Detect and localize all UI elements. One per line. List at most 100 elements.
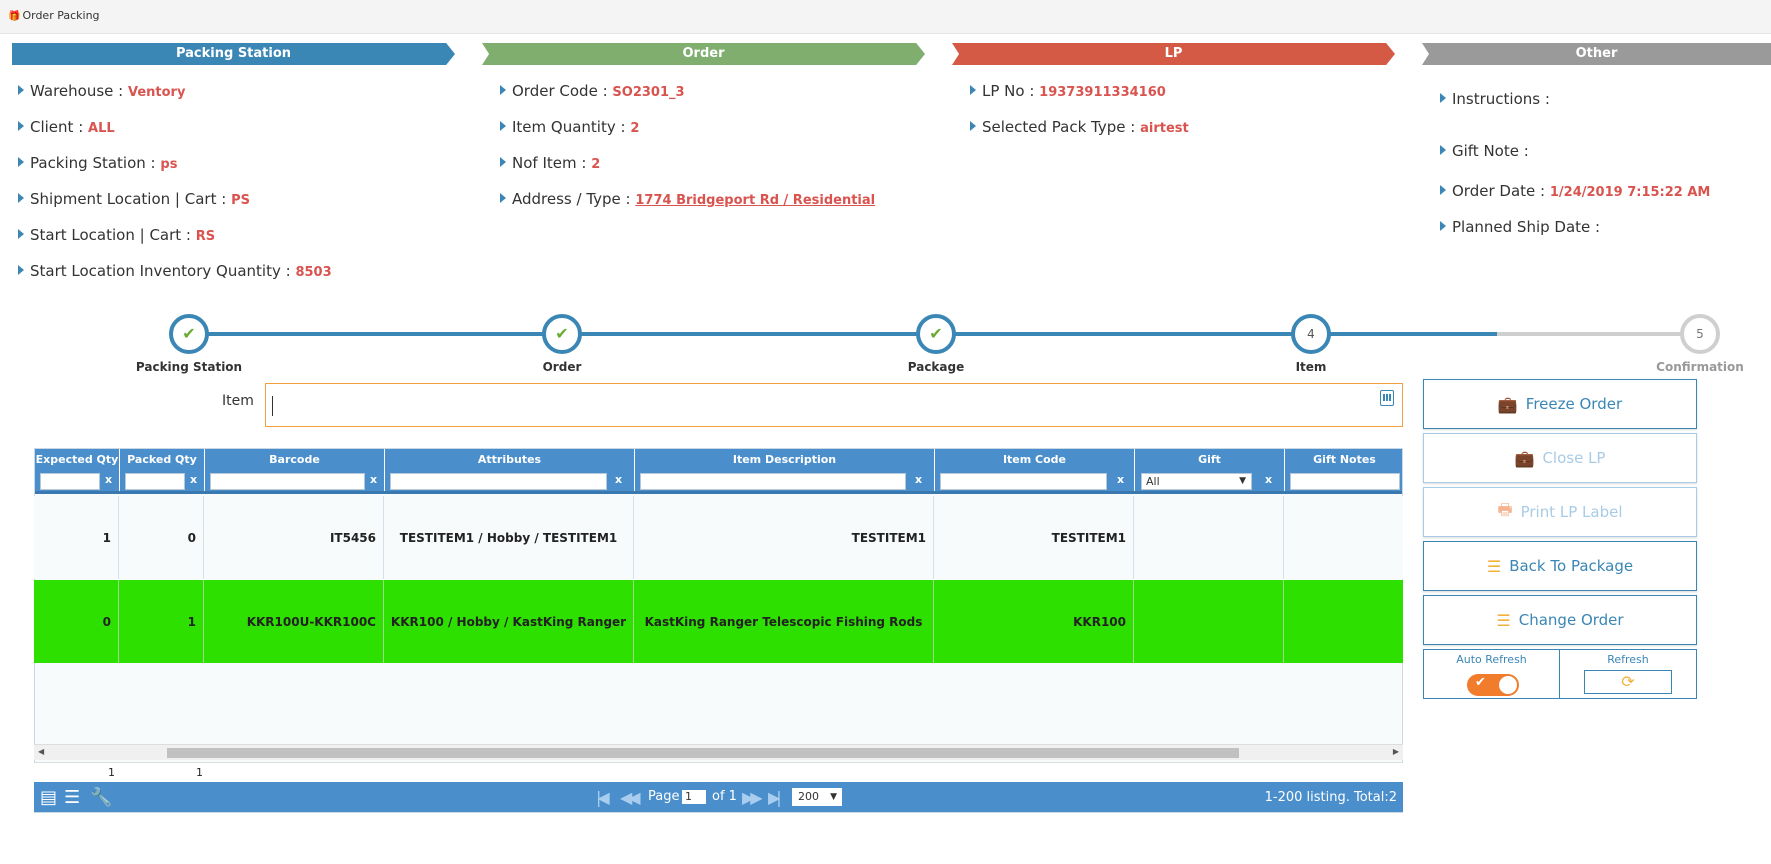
window-title-bar: 🎁 Order Packing xyxy=(0,0,1771,34)
filter-gift-notes[interactable] xyxy=(1290,473,1400,490)
info-gift-note: Gift Note : xyxy=(1440,142,1529,160)
export-excel-icon[interactable]: ▤ xyxy=(40,787,57,808)
listing-summary: 1-200 listing. Total:2 xyxy=(1264,790,1397,805)
column-chooser-icon[interactable]: ☰ xyxy=(64,787,80,808)
bullet-arrow-icon xyxy=(1440,93,1446,103)
clear-filter-icon[interactable]: x xyxy=(1265,473,1272,486)
table-row[interactable]: 1 0 IT5456 TESTITEM1 / Hobby / TESTITEM1… xyxy=(34,496,1403,579)
bullet-arrow-icon xyxy=(18,85,24,95)
keyboard-icon[interactable] xyxy=(1380,390,1394,406)
step-item[interactable]: 4 xyxy=(1291,314,1331,354)
column-expected-qty[interactable]: Expected Qty x xyxy=(35,449,120,491)
filter-gift-select[interactable]: All ▼ xyxy=(1141,473,1252,490)
wrench-icon[interactable]: 🔧 xyxy=(90,787,112,808)
step-label-package: Package xyxy=(907,360,965,374)
bullet-arrow-icon xyxy=(18,265,24,275)
column-attributes[interactable]: Attributes x xyxy=(385,449,635,491)
step-order[interactable]: ✔ xyxy=(542,314,582,354)
clear-filter-icon[interactable]: x xyxy=(615,473,622,486)
filter-barcode[interactable] xyxy=(210,473,365,490)
coins-icon: ☰ xyxy=(1486,556,1502,576)
bullet-arrow-icon xyxy=(18,229,24,239)
step-label-packing-station: Packing Station xyxy=(135,360,243,374)
item-input-label: Item xyxy=(222,393,254,409)
bullet-arrow-icon xyxy=(970,121,976,131)
banner-packing-station: Packing Station xyxy=(12,43,455,65)
bullet-arrow-icon xyxy=(18,121,24,131)
bullet-arrow-icon xyxy=(500,157,506,167)
step-label-item: Item xyxy=(1295,360,1327,374)
coins-icon: ☰ xyxy=(1496,610,1511,630)
table-row-selected[interactable]: 0 1 KKR100U-KKR100C KKR100 / Hobby / Kas… xyxy=(34,580,1403,663)
banner-order: Order xyxy=(482,43,925,65)
bullet-arrow-icon xyxy=(1440,221,1446,231)
printer-icon: 🖶 xyxy=(1497,499,1513,519)
bullet-arrow-icon xyxy=(500,85,506,95)
refresh-button[interactable]: ⟳ xyxy=(1584,670,1672,694)
filter-item-description[interactable] xyxy=(640,473,906,490)
clear-filter-icon[interactable]: x xyxy=(105,473,112,486)
info-address: Address / Type : 1774 Bridgeport Rd / Re… xyxy=(500,190,875,208)
briefcase-icon: 💼 xyxy=(1497,394,1518,414)
prev-page-icon[interactable]: ◀◀ xyxy=(620,788,641,807)
page-number-input[interactable]: 1 xyxy=(682,790,706,804)
column-gift[interactable]: Gift All ▼ x xyxy=(1135,449,1285,491)
filter-packed-qty[interactable] xyxy=(125,473,185,490)
bullet-arrow-icon xyxy=(970,85,976,95)
scrollbar-thumb[interactable] xyxy=(167,748,1239,758)
change-order-button[interactable]: ☰ Change Order xyxy=(1423,595,1697,645)
address-link[interactable]: 1774 Bridgeport Rd / Residential xyxy=(635,193,875,208)
info-warehouse: Warehouse : Ventory xyxy=(18,82,185,100)
clear-filter-icon[interactable]: x xyxy=(915,473,922,486)
check-icon: ✔ xyxy=(555,324,569,343)
clear-filter-icon[interactable]: x xyxy=(1117,473,1124,486)
gift-icon: 🎁 xyxy=(8,11,21,22)
bullet-arrow-icon xyxy=(18,157,24,167)
auto-refresh-section: Auto Refresh ✔ xyxy=(1424,650,1560,698)
column-packed-qty[interactable]: Packed Qty x xyxy=(120,449,205,491)
auto-refresh-toggle[interactable]: ✔ xyxy=(1467,674,1519,696)
clear-filter-icon[interactable]: x xyxy=(370,473,377,486)
step-package[interactable]: ✔ xyxy=(916,314,956,354)
caret-down-icon: ▼ xyxy=(830,792,837,802)
back-to-package-button[interactable]: ☰ Back To Package xyxy=(1423,541,1697,591)
page-size-select[interactable]: 200 ▼ xyxy=(792,788,842,806)
column-item-description[interactable]: Item Description x xyxy=(635,449,935,491)
clear-filter-icon[interactable]: x xyxy=(190,473,197,486)
info-lp-no: LP No : 19373911334160 xyxy=(970,82,1166,100)
last-page-icon[interactable]: ▶| xyxy=(768,788,782,807)
column-barcode[interactable]: Barcode x xyxy=(205,449,385,491)
step-label-order: Order xyxy=(542,360,582,374)
stepper-remaining-line xyxy=(1497,332,1700,336)
scroll-left-icon[interactable]: ◀ xyxy=(38,747,44,756)
info-start-location: Start Location | Cart : RS xyxy=(18,226,215,244)
bullet-arrow-icon xyxy=(500,121,506,131)
step-confirmation[interactable]: 5 xyxy=(1680,314,1720,354)
info-item-quantity: Item Quantity : 2 xyxy=(500,118,639,136)
scroll-right-icon[interactable]: ▶ xyxy=(1393,747,1399,756)
totals-row: 1 1 xyxy=(34,762,1403,782)
column-gift-notes[interactable]: Gift Notes xyxy=(1285,449,1402,491)
first-page-icon[interactable]: |◀ xyxy=(596,788,610,807)
refresh-section: Refresh ⟳ xyxy=(1560,650,1696,698)
refresh-icon: ⟳ xyxy=(1621,672,1635,691)
info-shipment-location: Shipment Location | Cart : PS xyxy=(18,190,250,208)
bullet-arrow-icon xyxy=(1440,185,1446,195)
caret-down-icon: ▼ xyxy=(1239,476,1246,486)
filter-expected-qty[interactable] xyxy=(40,473,100,490)
filter-attributes[interactable] xyxy=(390,473,607,490)
print-lp-label-button[interactable]: 🖶 Print LP Label xyxy=(1423,487,1697,537)
bullet-arrow-icon xyxy=(1440,145,1446,155)
freeze-order-button[interactable]: 💼 Freeze Order xyxy=(1423,379,1697,429)
column-item-code[interactable]: Item Code x xyxy=(935,449,1135,491)
horizontal-scrollbar[interactable]: ◀ ▶ xyxy=(34,744,1403,760)
filter-item-code[interactable] xyxy=(940,473,1107,490)
info-client: Client : ALL xyxy=(18,118,115,136)
item-input[interactable] xyxy=(265,383,1403,427)
step-packing-station[interactable]: ✔ xyxy=(169,314,209,354)
close-lp-button[interactable]: 💼 Close LP xyxy=(1423,433,1697,483)
info-nof-item: Nof Item : 2 xyxy=(500,154,600,172)
check-icon: ✔ xyxy=(929,324,943,343)
next-page-icon[interactable]: ▶▶ xyxy=(742,788,763,807)
info-planned-ship-date: Planned Ship Date : xyxy=(1440,218,1600,236)
